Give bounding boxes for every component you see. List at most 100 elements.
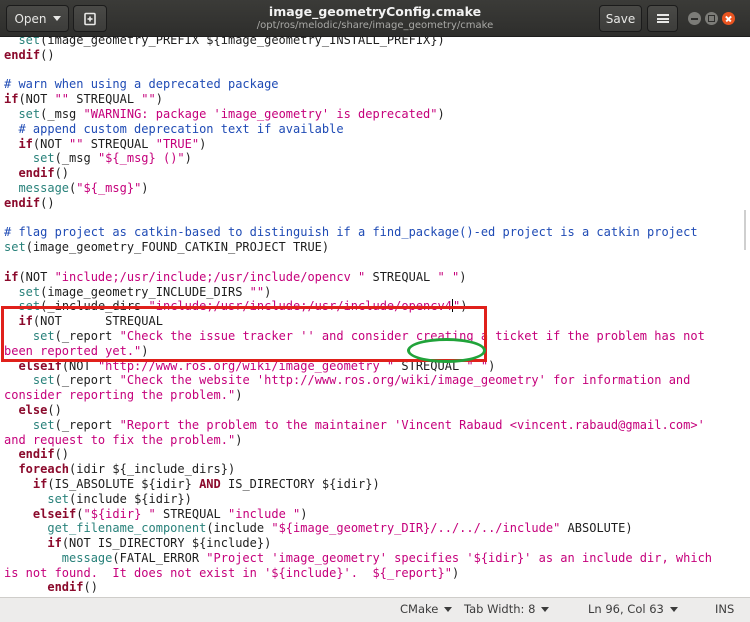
code-line[interactable]: message("${_msg}") (4, 181, 744, 196)
code-token: endif (18, 447, 55, 462)
code-token: ( (76, 506, 84, 521)
code-token: "" (249, 284, 265, 299)
code-line[interactable]: set(_msg "WARNING: package 'image_geomet… (4, 107, 744, 122)
code-token: and request to fix the problem." (4, 432, 236, 447)
code-line[interactable] (4, 255, 744, 270)
status-bar: CMake Tab Width: 8 Ln 96, Col 63 INS (0, 597, 750, 622)
code-token: (_msg (54, 151, 98, 166)
cursor-position-label: Ln 96, Col 63 (588, 602, 664, 616)
code-token: # flag project as catkin-based to distin… (4, 225, 698, 240)
code-line[interactable]: if(NOT IS_DIRECTORY ${include}) (4, 536, 744, 551)
code-token: "WARNING: package 'image_geometry' is de… (83, 106, 438, 121)
code-token: foreach (18, 462, 70, 477)
code-token: endif (4, 47, 41, 62)
code-token: set (32, 151, 55, 166)
code-token: message (18, 180, 70, 195)
code-token: "" (141, 92, 156, 107)
code-token: ) (235, 388, 243, 403)
code-line[interactable]: and request to fix the problem.") (4, 433, 744, 448)
code-line[interactable]: endif() (4, 447, 744, 462)
code-line[interactable]: # warn when using a deprecated package (4, 77, 744, 92)
code-line[interactable]: consider reporting the problem.") (4, 388, 744, 403)
chevron-down-icon (444, 606, 453, 612)
code-token: "Check the website 'http://www.ros.org/w… (119, 373, 691, 388)
code-token: "${_msg}" (76, 180, 142, 195)
code-line[interactable]: set(_report "Report the problem to the m… (4, 418, 744, 433)
code-line[interactable]: # append custom deprecation text if avai… (4, 122, 744, 137)
close-icon[interactable] (722, 12, 735, 25)
code-token: set (18, 106, 41, 121)
code-line[interactable]: else() (4, 403, 744, 418)
code-token: () (54, 166, 70, 181)
code-line[interactable]: if(NOT "" STREQUAL "") (4, 92, 744, 107)
code-token: () (40, 47, 55, 62)
code-token: ) (184, 151, 192, 166)
code-line[interactable]: set(image_geometry_INCLUDE_DIRS "") (4, 285, 744, 300)
code-token: message (61, 550, 113, 565)
code-line[interactable]: message(FATAL_ERROR "Project 'image_geom… (4, 551, 744, 566)
code-token: # warn when using a deprecated package (4, 77, 279, 92)
code-token: (include ${idir}) (69, 491, 192, 506)
save-button[interactable]: Save (599, 5, 642, 32)
code-line[interactable]: endif() (4, 166, 744, 181)
text-editor[interactable]: set(image_geometry_PREFIX ${image_geomet… (0, 37, 744, 597)
code-line[interactable]: set(image_geometry_FOUND_CATKIN_PROJECT … (4, 240, 744, 255)
code-line[interactable] (4, 211, 744, 226)
code-token: (_report (54, 373, 120, 388)
menu-button[interactable] (647, 5, 678, 32)
code-line[interactable]: if(NOT "" STREQUAL "TRUE") (4, 137, 744, 152)
code-line[interactable]: set(_report "Check the website 'http://w… (4, 373, 744, 388)
code-token: (image_geometry_PREFIX ${image_geometry_… (40, 37, 445, 47)
code-line[interactable]: if(NOT "include;/usr/include;/usr/includ… (4, 270, 744, 285)
maximize-icon[interactable] (705, 12, 718, 25)
code-token: (NOT (18, 269, 55, 284)
code-line[interactable]: # flag project as catkin-based to distin… (4, 225, 744, 240)
language-label: CMake (400, 602, 439, 616)
scrollbar-indicator[interactable] (744, 210, 746, 250)
code-token: is not found. It does not exist in '${in… (4, 565, 452, 580)
chevron-down-icon (669, 606, 678, 612)
code-token: set (32, 373, 55, 388)
code-token: if (18, 136, 33, 151)
cursor-position[interactable]: Ln 96, Col 63 (588, 602, 678, 616)
code-token: ) (437, 106, 445, 121)
code-token: (_report (54, 417, 120, 432)
code-line[interactable]: is not found. It does not exist in '${in… (4, 566, 744, 581)
open-button[interactable]: Open (6, 5, 69, 32)
code-line[interactable]: set(include ${idir}) (4, 492, 744, 507)
code-token: " " (437, 269, 460, 284)
code-line[interactable]: endif() (4, 48, 744, 63)
code-token: STREQUAL (155, 506, 228, 521)
code-token: "${_msg} ()" (97, 151, 185, 166)
new-document-icon (84, 12, 96, 25)
code-line[interactable]: endif() (4, 196, 744, 211)
tab-width-selector[interactable]: Tab Width: 8 (464, 602, 550, 616)
code-line[interactable]: get_filename_component(include "${image_… (4, 521, 744, 536)
code-token: set (18, 37, 41, 47)
code-line[interactable]: foreach(idir ${_include_dirs}) (4, 462, 744, 477)
insert-mode: INS (715, 602, 735, 616)
language-selector[interactable]: CMake (400, 602, 453, 616)
code-line[interactable] (4, 63, 744, 78)
code-line[interactable]: if(IS_ABSOLUTE ${idir} AND IS_DIRECTORY … (4, 477, 744, 492)
new-tab-button[interactable] (73, 5, 107, 32)
code-line[interactable]: elseif("${idir} " STREQUAL "include ") (4, 507, 744, 522)
code-token: ) (141, 180, 149, 195)
code-token: STREQUAL (83, 136, 156, 151)
code-token: () (83, 580, 98, 595)
code-token: endif (18, 166, 55, 181)
minimize-icon[interactable] (688, 12, 701, 25)
code-line[interactable]: set(_msg "${_msg} ()") (4, 151, 744, 166)
code-line[interactable]: endif() (4, 580, 744, 595)
code-token: (_msg (40, 106, 84, 121)
code-line[interactable]: set(image_geometry_PREFIX ${image_geomet… (4, 37, 744, 48)
